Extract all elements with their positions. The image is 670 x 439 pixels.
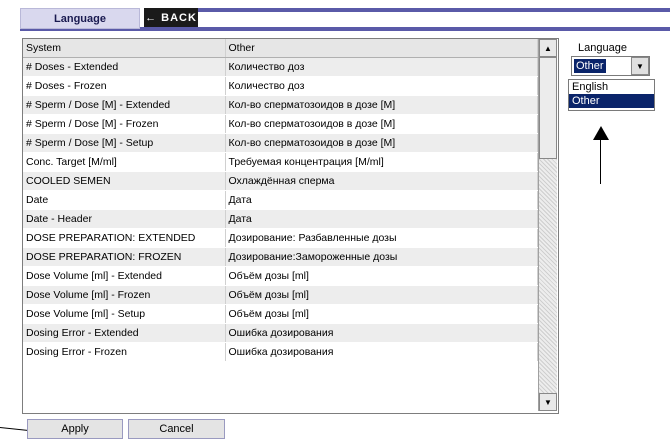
language-select-value: Other [574, 59, 606, 73]
cell-system[interactable]: Dose Volume [ml] - Setup [23, 304, 226, 324]
cell-other[interactable]: Кол-во сперматозоидов в дозе [M] [225, 95, 538, 115]
scroll-track[interactable] [539, 159, 557, 393]
cell-other[interactable]: Охлаждённая сперма [225, 171, 538, 191]
cell-other[interactable]: Объём дозы [ml] [225, 285, 538, 305]
table-row[interactable]: COOLED SEMEN Охлаждённая сперма [23, 171, 538, 191]
cell-other[interactable]: Ошибка дозирования [225, 342, 538, 362]
apply-button[interactable]: Apply [27, 419, 123, 439]
cell-system[interactable]: Conc. Target [M/ml] [23, 152, 226, 172]
cell-system[interactable]: Dose Volume [ml] - Extended [23, 266, 226, 286]
cell-system[interactable]: Dose Volume [ml] - Frozen [23, 285, 226, 305]
cell-other[interactable]: Дата [225, 190, 538, 210]
table-row[interactable]: Dose Volume [ml] - Extended Объём дозы [m… [23, 266, 538, 286]
cell-other[interactable]: Ошибка дозирования [225, 323, 538, 343]
header-rule [198, 8, 670, 12]
language-select[interactable]: Other ▼ [571, 56, 650, 76]
cell-other[interactable]: Объём дозы [ml] [225, 266, 538, 286]
cell-system[interactable]: Dosing Error - Extended [23, 323, 226, 343]
arrow-up-icon [593, 126, 609, 140]
cell-other[interactable]: Дозирование: Разбавленные дозы [225, 228, 538, 248]
cell-other[interactable]: Кол-во сперматозоидов в дозе [M] [225, 114, 538, 134]
table-scrollbar[interactable]: ▲ ▼ [538, 39, 557, 411]
table-row[interactable]: Date Дата [23, 190, 538, 210]
table-row[interactable]: DOSE PREPARATION: FROZEN Дозирование:Замо… [23, 247, 538, 267]
scroll-thumb[interactable] [539, 57, 557, 159]
scroll-down-button[interactable]: ▼ [539, 393, 557, 411]
arrow-right-line [0, 427, 30, 432]
cell-system[interactable]: # Sperm / Dose [M] - Extended [23, 95, 226, 115]
table-row[interactable]: Dosing Error - Extended Ошибка дозировани… [23, 323, 538, 343]
table-row[interactable]: # Doses - Frozen Количество доз [23, 76, 538, 96]
cell-system[interactable]: # Sperm / Dose [M] - Frozen [23, 114, 226, 134]
translation-table: System Other # Doses - Extended Количеств… [22, 38, 559, 414]
table-row[interactable]: # Sperm / Dose [M] - Frozen Кол-во сперма… [23, 114, 538, 134]
table-row[interactable]: Dosing Error - Frozen Ошибка дозирования [23, 342, 538, 362]
cell-system[interactable]: Date [23, 190, 226, 210]
table-body: # Doses - Extended Количество доз # Doses … [23, 57, 538, 362]
cell-other[interactable]: Количество доз [225, 76, 538, 96]
cell-system[interactable]: COOLED SEMEN [23, 171, 226, 191]
cell-system[interactable]: # Sperm / Dose [M] - Setup [23, 133, 226, 153]
table-row[interactable]: DOSE PREPARATION: EXTENDED Дозирование: Р… [23, 228, 538, 248]
arrow-up-line [600, 138, 601, 184]
table-row[interactable]: Dose Volume [ml] - Setup Объём дозы [ml] [23, 304, 538, 324]
chevron-down-icon[interactable]: ▼ [631, 57, 649, 75]
tab-language[interactable]: Language [20, 8, 140, 29]
table-row[interactable]: # Doses - Extended Количество доз [23, 57, 538, 77]
cell-system[interactable]: # Doses - Extended [23, 57, 226, 77]
language-option-english[interactable]: English [569, 80, 654, 94]
cell-other[interactable]: Дозирование:Замороженные дозы [225, 247, 538, 267]
back-button[interactable]: ← BACK [144, 8, 198, 27]
cell-system[interactable]: Date - Header [23, 209, 226, 229]
cancel-button[interactable]: Cancel [128, 419, 225, 439]
cell-system[interactable]: DOSE PREPARATION: FROZEN [23, 247, 226, 267]
table-row[interactable]: # Sperm / Dose [M] - Extended Кол-во спер… [23, 95, 538, 115]
cell-other[interactable]: Требуемая концентрация [M/ml] [225, 152, 538, 172]
column-header-other[interactable]: Other [225, 39, 538, 58]
cell-other[interactable]: Кол-во сперматозоидов в дозе [M] [225, 133, 538, 153]
column-header-system[interactable]: System [23, 39, 226, 58]
cell-other[interactable]: Объём дозы [ml] [225, 304, 538, 324]
table-header-row: System Other [23, 39, 538, 58]
table-row[interactable]: Date - Header Дата [23, 209, 538, 229]
language-option-other[interactable]: Other [569, 94, 654, 108]
table-row[interactable]: # Sperm / Dose [M] - Setup Кол-во спермат… [23, 133, 538, 153]
cell-other[interactable]: Дата [225, 209, 538, 229]
language-dropdown-list: English Other [568, 79, 655, 111]
cell-system[interactable]: Dosing Error - Frozen [23, 342, 226, 362]
cell-system[interactable]: DOSE PREPARATION: EXTENDED [23, 228, 226, 248]
table-row[interactable]: Dose Volume [ml] - Frozen Объём дозы [ml] [23, 285, 538, 305]
cell-other[interactable]: Количество доз [225, 57, 538, 77]
language-label: Language [578, 42, 627, 54]
scroll-up-button[interactable]: ▲ [539, 39, 557, 57]
table-row[interactable]: Conc. Target [M/ml] Требуемая концентраци… [23, 152, 538, 172]
cell-system[interactable]: # Doses - Frozen [23, 76, 226, 96]
